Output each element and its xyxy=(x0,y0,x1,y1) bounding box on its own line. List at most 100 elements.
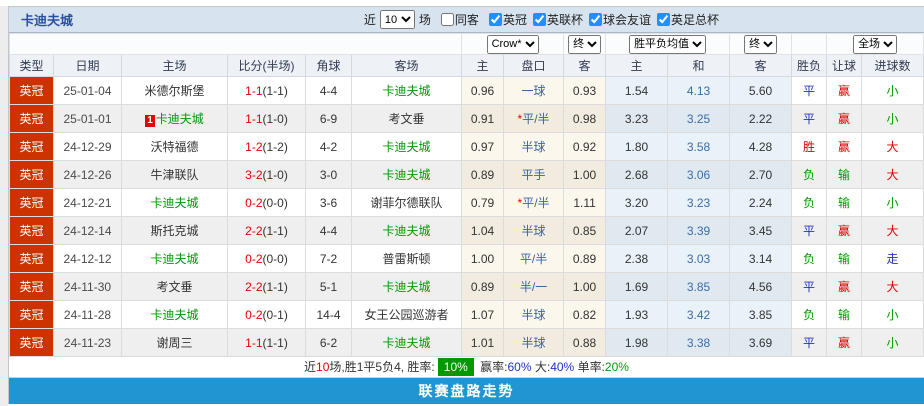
corner-cell: 7-2 xyxy=(306,245,352,273)
handicap-cell: 半球 xyxy=(504,329,564,357)
league-cell[interactable]: 英冠 xyxy=(10,301,54,329)
handicap-result-cell: 赢 xyxy=(827,273,862,301)
halftime-score: (1-1) xyxy=(263,224,288,238)
match-row: 英冠24-12-14斯托克城2-2(1-1)4-4卡迪夫城1.04半球0.852… xyxy=(10,217,924,245)
match-row: 英冠24-11-23谢周三1-1(1-1)6-2卡迪夫城1.01半球0.881.… xyxy=(10,329,924,357)
handicap-cell: 平/半 xyxy=(504,245,564,273)
match-row: 英冠25-01-04米德尔斯堡1-1(1-1)4-4卡迪夫城0.96一球0.93… xyxy=(10,77,924,105)
avg-away-odds-cell: 2.24 xyxy=(730,189,792,217)
league-cell[interactable]: 英冠 xyxy=(10,217,54,245)
match-row: 英冠24-12-21卡迪夫城0-2(0-0)3-6谢菲尔德联队0.79*平/半1… xyxy=(10,189,924,217)
crown-home-odds-cell: 0.89 xyxy=(462,161,504,189)
away-team-link[interactable]: 卡迪夫城 xyxy=(383,84,431,98)
avg-source-select[interactable]: 胜平负均值 xyxy=(629,35,706,54)
home-team-link[interactable]: 谢周三 xyxy=(156,336,192,350)
handicap-result-cell: 输 xyxy=(827,161,862,189)
home-team-link[interactable]: 卡迪夫城 xyxy=(150,308,198,322)
goals-result-cell: 走 xyxy=(862,245,924,273)
competition-checkbox-2[interactable] xyxy=(589,13,602,26)
halftime-score: (1-1) xyxy=(263,336,288,350)
away-team-link[interactable]: 卡迪夫城 xyxy=(383,336,431,350)
away-team-link[interactable]: 普雷斯顿 xyxy=(383,252,431,266)
home-team-link[interactable]: 卡迪夫城 xyxy=(150,196,198,210)
goals-result-cell: 大 xyxy=(862,217,924,245)
avg-time-select[interactable]: 终 xyxy=(744,35,777,54)
avg-draw-odds-cell: 3.39 xyxy=(668,217,730,245)
fulltime-score: 1-1 xyxy=(245,84,262,98)
avg-draw-odds-cell: 4.13 xyxy=(668,77,730,105)
summary-line: 近10场,胜1平5负4, 胜率:10% 赢率:60% 大:40% 单率:20% xyxy=(9,357,924,378)
league-handicap-trend-button[interactable]: 联赛盘路走势 xyxy=(9,378,924,404)
halftime-score: (1-2) xyxy=(263,140,288,154)
handicap-cell: *平/半 xyxy=(504,189,564,217)
league-cell[interactable]: 英冠 xyxy=(10,133,54,161)
competition-checkbox-3[interactable] xyxy=(657,13,670,26)
col-header-handicap: 盘口 xyxy=(504,55,564,77)
same-opponent-toggle[interactable]: 同客 xyxy=(435,11,479,28)
league-cell[interactable]: 英冠 xyxy=(10,329,54,357)
result-cell: 平 xyxy=(792,329,827,357)
away-team-cell: 卡迪夫城 xyxy=(352,133,462,161)
avg-home-odds-cell: 1.54 xyxy=(606,77,668,105)
competition-toggle-2[interactable]: 球会友谊 xyxy=(583,11,651,28)
corner-cell: 3-6 xyxy=(306,189,352,217)
home-team-link[interactable]: 牛津联队 xyxy=(150,168,198,182)
score-cell: 0-2(0-0) xyxy=(228,189,306,217)
date-cell: 24-11-28 xyxy=(54,301,122,329)
crown-away-odds-cell: 0.98 xyxy=(564,105,606,133)
corner-cell: 5-1 xyxy=(306,273,352,301)
same-opponent-checkbox[interactable] xyxy=(441,13,454,26)
halftime-score: (1-1) xyxy=(263,84,288,98)
away-team-link[interactable]: 谢菲尔德联队 xyxy=(371,196,443,210)
league-cell[interactable]: 英冠 xyxy=(10,189,54,217)
away-team-link[interactable]: 卡迪夫城 xyxy=(383,224,431,238)
home-team-link[interactable]: 斯托克城 xyxy=(150,224,198,238)
crown-away-odds-cell: 0.88 xyxy=(564,329,606,357)
odds-time-select[interactable]: 终 xyxy=(568,35,601,54)
competition-toggle-0[interactable]: 英冠 xyxy=(483,11,527,28)
corner-cell: 6-9 xyxy=(306,105,352,133)
away-team-link[interactable]: 卡迪夫城 xyxy=(383,168,431,182)
home-team-link[interactable]: 卡迪夫城 xyxy=(150,252,198,266)
away-team-link[interactable]: 女王公园巡游者 xyxy=(365,308,449,322)
scope-select[interactable]: 全场 xyxy=(853,35,897,54)
away-team-cell: 普雷斯顿 xyxy=(352,245,462,273)
home-team-cell: 卡迪夫城 xyxy=(122,245,228,273)
col-header-corner: 角球 xyxy=(306,55,352,77)
home-team-link[interactable]: 米德尔斯堡 xyxy=(144,84,204,98)
home-team-link[interactable]: 考文垂 xyxy=(156,280,192,294)
league-cell[interactable]: 英冠 xyxy=(10,105,54,133)
score-cell: 1-1(1-0) xyxy=(228,105,306,133)
match-row: 英冠24-11-30考文垂2-2(1-1)5-1卡迪夫城0.89半/一1.001… xyxy=(10,273,924,301)
away-team-link[interactable]: 卡迪夫城 xyxy=(383,140,431,154)
away-team-cell: 谢菲尔德联队 xyxy=(352,189,462,217)
avg-draw-odds-cell: 3.23 xyxy=(668,189,730,217)
competition-toggle-3[interactable]: 英足总杯 xyxy=(651,11,719,28)
handicap-value: 半球 xyxy=(522,336,546,350)
odds-source-select[interactable]: Crow* xyxy=(487,35,539,54)
home-team-link[interactable]: 沃特福德 xyxy=(150,140,198,154)
league-cell[interactable]: 英冠 xyxy=(10,161,54,189)
left-gutter xyxy=(0,6,8,406)
goals-result-cell: 小 xyxy=(862,105,924,133)
away-team-link[interactable]: 卡迪夫城 xyxy=(383,280,431,294)
avg-away-odds-cell: 3.69 xyxy=(730,329,792,357)
competition-checkbox-0[interactable] xyxy=(489,13,502,26)
date-cell: 24-12-21 xyxy=(54,189,122,217)
competition-checkbox-1[interactable] xyxy=(533,13,546,26)
match-row: 英冠24-11-28卡迪夫城0-2(0-1)14-4女王公园巡游者1.07半球0… xyxy=(10,301,924,329)
crown-away-odds-cell: 0.85 xyxy=(564,217,606,245)
crown-home-odds-cell: 0.96 xyxy=(462,77,504,105)
odds-selector-row: Crow* 终 胜平负均值 终 全场 xyxy=(10,34,924,55)
away-team-link[interactable]: 考文垂 xyxy=(389,112,425,126)
avg-away-odds-cell: 5.60 xyxy=(730,77,792,105)
competition-toggle-1[interactable]: 英联杯 xyxy=(527,11,583,28)
recent-count-select[interactable]: 10 xyxy=(380,10,415,29)
home-team-link[interactable]: 卡迪夫城 xyxy=(156,112,204,126)
fulltime-score: 3-2 xyxy=(245,168,262,182)
league-cell[interactable]: 英冠 xyxy=(10,245,54,273)
avg-away-odds-cell: 2.70 xyxy=(730,161,792,189)
league-cell[interactable]: 英冠 xyxy=(10,77,54,105)
league-cell[interactable]: 英冠 xyxy=(10,273,54,301)
result-cell: 平 xyxy=(792,273,827,301)
